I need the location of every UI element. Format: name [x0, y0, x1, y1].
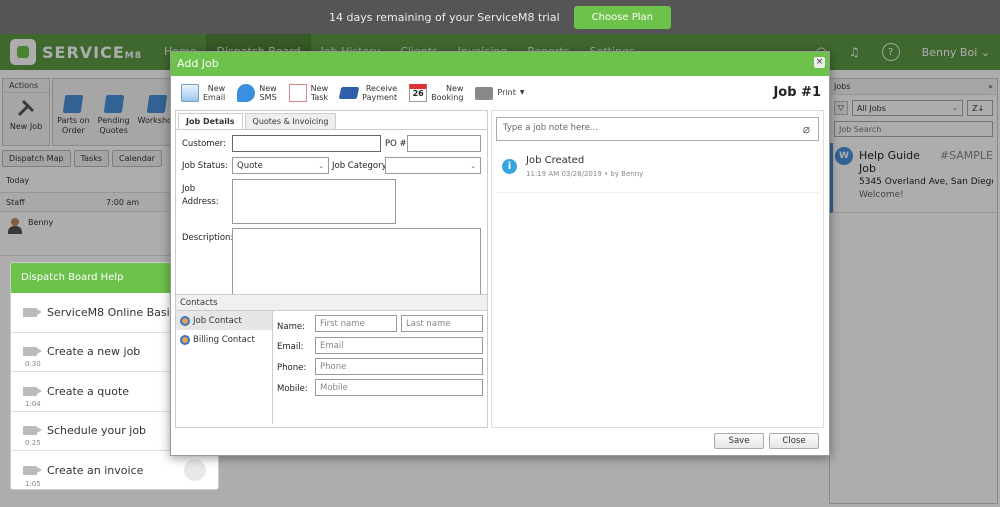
job-note-placeholder: Type a job note here... [503, 123, 598, 133]
task-icon [288, 84, 307, 102]
help-item-duration: 1:04 [25, 399, 41, 408]
mobile-label: Mobile: [277, 384, 308, 394]
job-address-input[interactable] [232, 179, 396, 224]
help-item-duration: 1:05 [25, 479, 41, 488]
save-button[interactable]: Save [714, 433, 764, 449]
job-notes-pane: Type a job note here... ⌀ i Job Created … [491, 110, 824, 428]
modal-tabs: Job Details Quotes & Invoicing [176, 111, 487, 129]
job-status-value: Quote [237, 160, 263, 171]
po-label: PO # [385, 139, 407, 149]
contacts-title: Contacts [176, 295, 487, 311]
attachment-icon[interactable]: ⌀ [803, 122, 810, 136]
tab-quotes-invoicing[interactable]: Quotes & Invoicing [244, 113, 337, 129]
choose-plan-button[interactable]: Choose Plan [573, 5, 672, 29]
mobile-field[interactable]: Mobile [315, 379, 483, 396]
modal-header: Add Job × [171, 52, 829, 76]
po-input[interactable] [407, 135, 481, 152]
activity-item: i Job Created 11:19 AM 03/28/2019 • by B… [496, 153, 819, 193]
sms-icon [237, 84, 256, 102]
help-toggle-button[interactable] [184, 459, 206, 481]
trial-message: 14 days remaining of your ServiceM8 tria… [328, 10, 560, 24]
payment-icon [338, 87, 360, 99]
help-item-label: Schedule your job [47, 424, 147, 438]
job-category-select[interactable]: ⌄ [385, 157, 481, 174]
new-task-label: New Task [310, 83, 329, 102]
customer-input[interactable] [232, 135, 381, 152]
contact-form: Name: First name Last name Email: Email … [273, 311, 487, 424]
new-email-button[interactable]: New Email [181, 84, 225, 102]
job-address-label: Job Address: [182, 184, 219, 207]
last-name-input[interactable]: Last name [401, 315, 483, 332]
new-task-button[interactable]: New Task [288, 83, 329, 102]
new-booking-label: New Booking [431, 83, 464, 102]
contact-item-label: Job Contact [193, 315, 242, 326]
modal-title: Add Job [177, 57, 219, 70]
contact-item-label: Billing Contact [193, 334, 255, 345]
help-video-item[interactable]: Create an invoice 1:05 [11, 451, 218, 489]
video-icon [23, 426, 42, 436]
chevron-down-icon: ⌄ [470, 161, 476, 170]
job-note-input[interactable]: Type a job note here... ⌀ [496, 117, 819, 141]
close-icon[interactable]: × [814, 57, 825, 68]
email-field[interactable]: Email [315, 337, 483, 354]
phone-field[interactable]: Phone [315, 358, 483, 375]
contacts-list: Job Contact Billing Contact [176, 311, 273, 424]
person-icon [180, 334, 190, 345]
phone-label: Phone: [277, 363, 307, 373]
new-sms-label: New SMS [259, 83, 277, 102]
video-icon [23, 307, 42, 317]
help-item-duration: 0:30 [25, 360, 41, 368]
add-job-modal: Add Job × New Email New SMS New Task Receiv… [170, 51, 830, 456]
activity-title: Job Created [526, 155, 585, 166]
help-item-label: Create a new job [47, 345, 141, 359]
new-booking-button[interactable]: 26 New Booking [409, 84, 463, 102]
receive-payment-label: Receive Payment [362, 83, 398, 102]
person-icon [180, 315, 190, 326]
print-label: Print [497, 88, 516, 98]
first-name-input[interactable]: First name [315, 315, 397, 332]
modal-toolbar: New Email New SMS New Task Receive Payment 2… [171, 76, 829, 110]
customer-label: Customer: [182, 139, 227, 149]
job-category-label: Job Category [332, 161, 387, 171]
receive-payment-button[interactable]: Receive Payment [338, 83, 398, 102]
trial-banner: 14 days remaining of your ServiceM8 tria… [0, 0, 1000, 34]
job-details-pane: Job Details Quotes & Invoicing Customer:… [175, 110, 488, 428]
job-status-select[interactable]: Quote ⌄ [232, 157, 329, 174]
description-label: Description: [182, 233, 234, 243]
video-icon [23, 347, 42, 357]
printer-icon [475, 86, 494, 100]
info-icon: i [502, 159, 517, 174]
email-label: Email: [277, 342, 304, 352]
help-item-duration: 0:25 [25, 439, 41, 447]
job-details-form: Customer: PO # Job Status: Quote ⌄ Job C… [176, 129, 487, 312]
help-item-label: Create a quote [47, 384, 130, 398]
contact-item-job[interactable]: Job Contact [176, 311, 272, 330]
email-icon [181, 84, 199, 102]
modal-footer: Save Close [171, 427, 829, 455]
chevron-down-icon: ⌄ [318, 161, 324, 170]
new-email-label: New Email [203, 83, 226, 102]
video-icon [23, 386, 42, 396]
help-item-label: ServiceM8 Online Basics [47, 305, 182, 319]
job-status-label: Job Status: [182, 161, 228, 171]
print-button[interactable]: Print ▼ [475, 86, 525, 100]
video-icon [23, 466, 42, 476]
name-label: Name: [277, 322, 305, 332]
contacts-section: Contacts Job Contact Billing Contact Nam… [176, 294, 487, 427]
contact-item-billing[interactable]: Billing Contact [176, 330, 272, 349]
help-item-label: Create an invoice [47, 464, 144, 478]
calendar-icon: 26 [409, 84, 428, 102]
activity-meta: 11:19 AM 03/28/2019 • by Benny [526, 170, 644, 178]
close-button[interactable]: Close [769, 433, 819, 449]
new-sms-button[interactable]: New SMS [237, 83, 277, 102]
tab-job-details[interactable]: Job Details [178, 113, 243, 129]
job-number: Job #1 [773, 85, 821, 100]
caret-down-icon: ▼ [519, 88, 525, 96]
